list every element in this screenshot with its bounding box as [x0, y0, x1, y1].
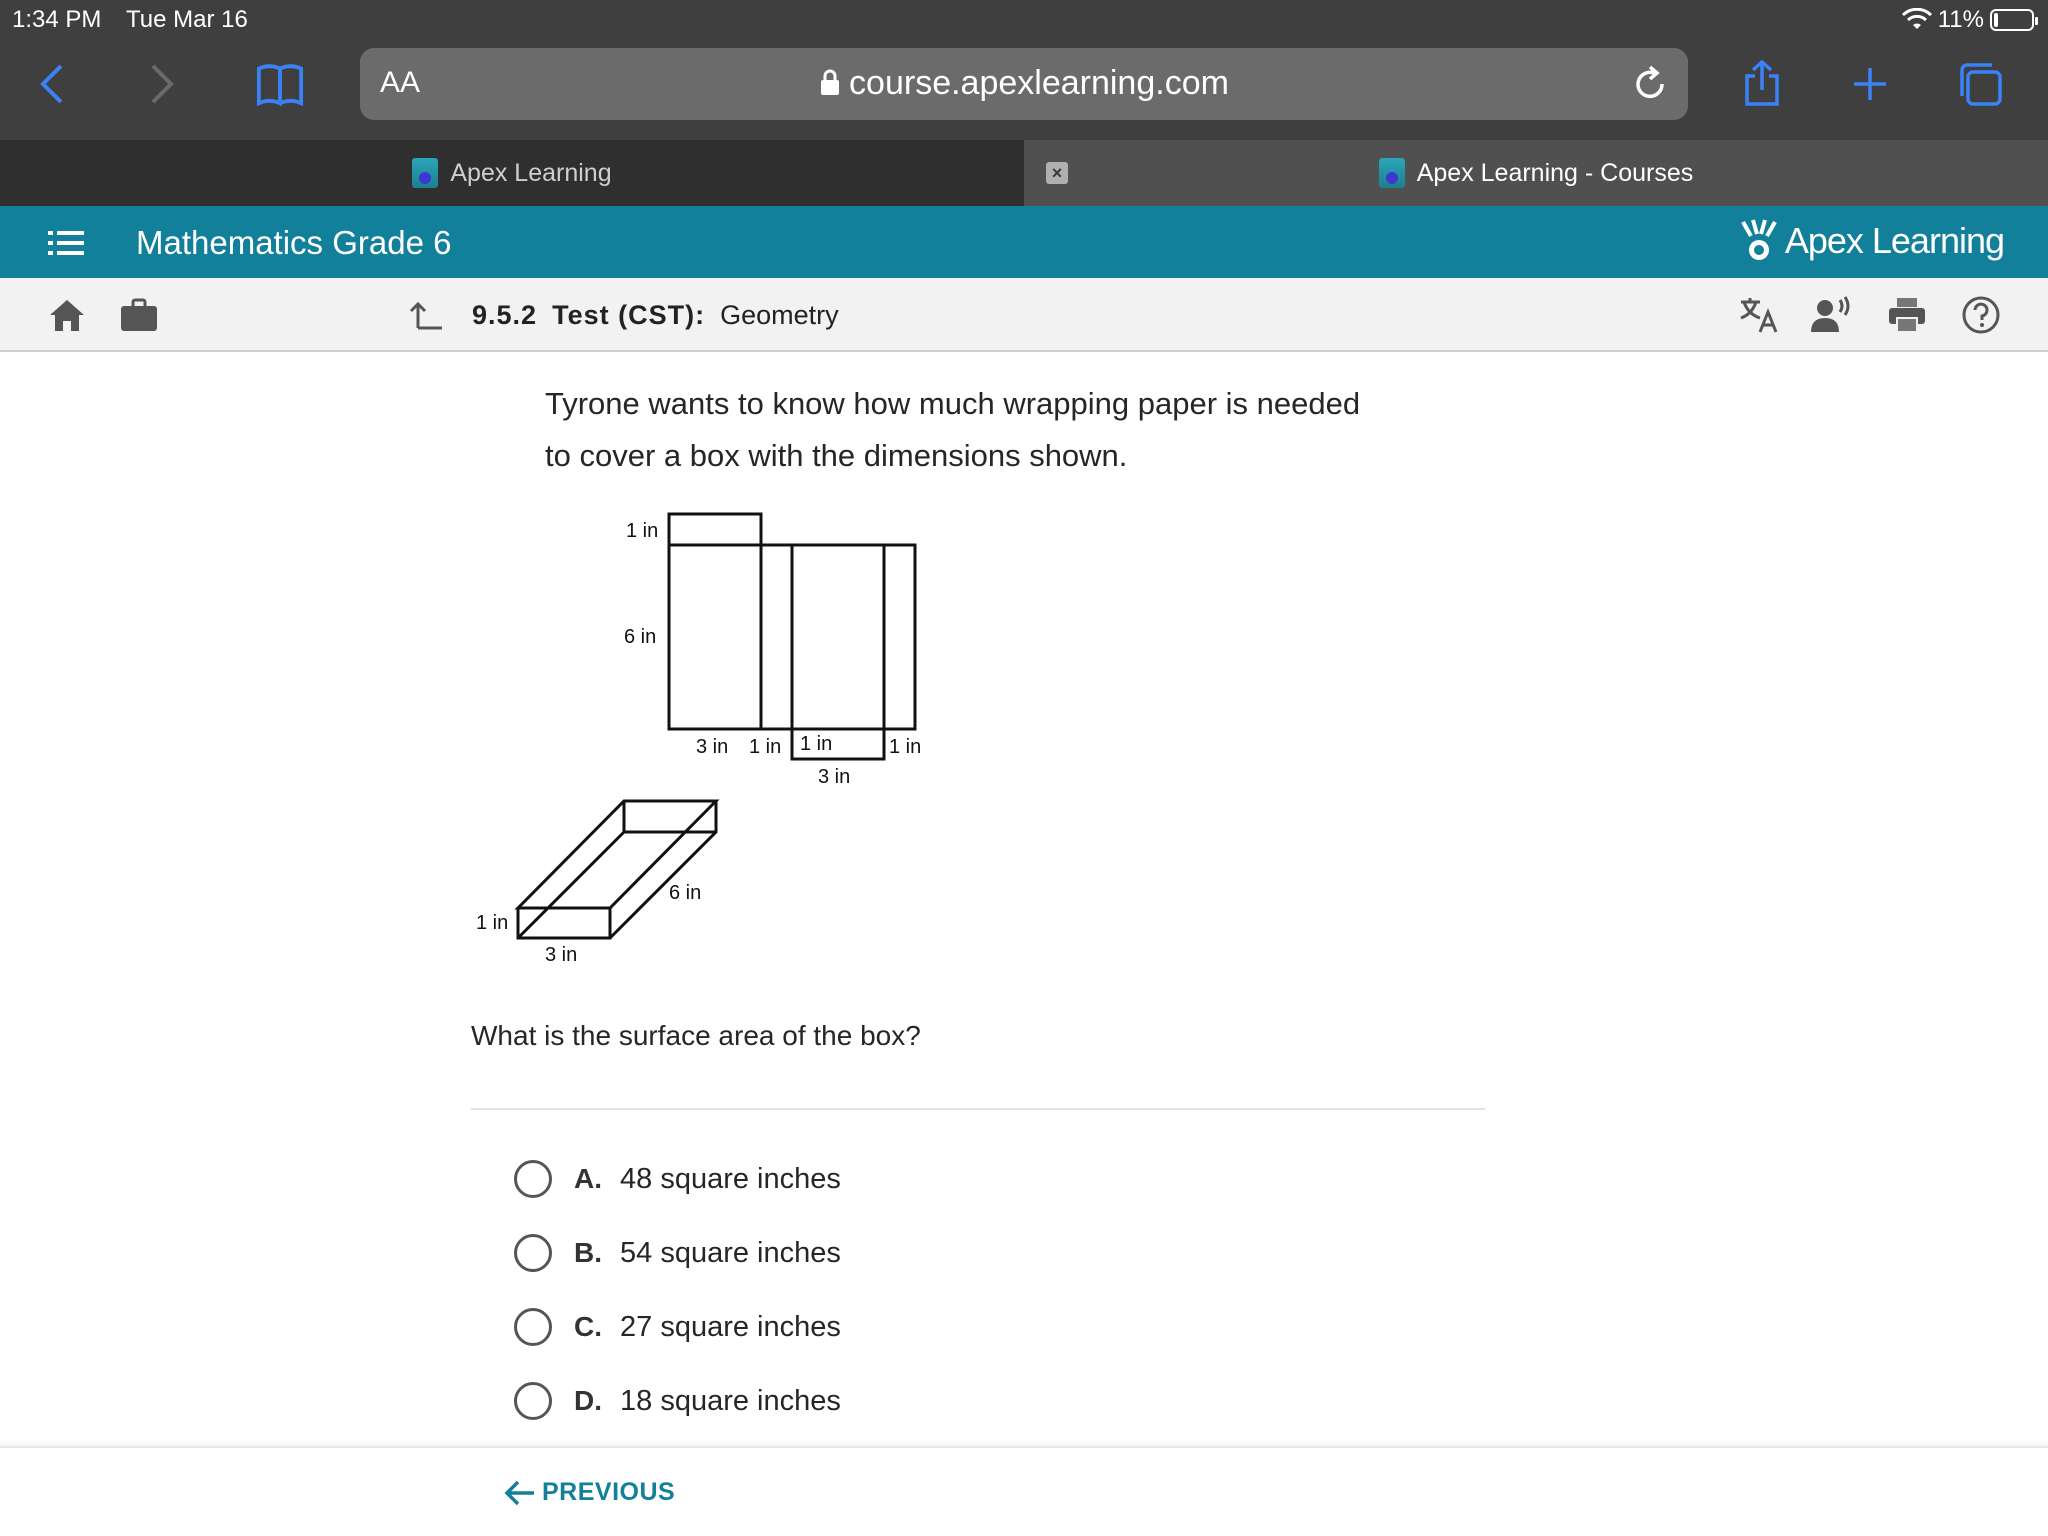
option-letter: D. — [574, 1385, 602, 1416]
label-net-w2: 1 in — [749, 736, 781, 758]
net-face-4 — [882, 543, 917, 731]
tabs-icon — [1960, 63, 2002, 106]
answer-option-b[interactable]: B. 54 square inches — [514, 1234, 841, 1272]
net-face-2 — [759, 543, 794, 731]
tab-bar: Apex Learning Apex Learning - Courses × — [0, 140, 2048, 206]
wifi-icon — [1901, 8, 1932, 29]
tab-apex-learning-courses[interactable]: Apex Learning - Courses — [1024, 140, 2048, 206]
net-top-flap — [667, 512, 763, 547]
label-box-height: 1 in — [476, 912, 508, 934]
answer-option-d[interactable]: D. 18 square inches — [514, 1382, 841, 1420]
label-net-w3: 1 in — [800, 733, 832, 755]
footer-nav: PREVIOUS — [0, 1446, 2048, 1536]
lesson-breadcrumb: 9.5.2 Test (CST): Geometry — [472, 300, 839, 331]
label-net-bottom: 3 in — [818, 766, 850, 788]
tab-label: Apex Learning — [450, 158, 612, 187]
option-text: 18 square inches — [620, 1384, 841, 1417]
home-icon[interactable] — [46, 294, 88, 336]
share-button[interactable] — [1738, 60, 1786, 108]
new-tab-icon — [1854, 68, 1886, 100]
translate-icon[interactable] — [1738, 294, 1780, 336]
option-letter: B. — [574, 1237, 602, 1268]
briefcase-icon[interactable] — [118, 294, 160, 336]
question-stem: Tyrone wants to know how much wrapping p… — [545, 386, 1361, 473]
status-right: 11% — [1901, 6, 2038, 34]
lesson-number: 9.5.2 — [472, 300, 538, 330]
tab-label: Apex Learning - Courses — [1416, 158, 1694, 187]
read-aloud-icon[interactable] — [1810, 294, 1852, 336]
option-text: 48 square inches — [620, 1162, 841, 1195]
lock-icon — [821, 69, 840, 95]
label-net-top: 1 in — [626, 520, 658, 542]
back-button[interactable] — [28, 60, 76, 108]
up-arrow-icon[interactable] — [408, 298, 444, 334]
answer-option-a[interactable]: A. 48 square inches — [514, 1160, 841, 1198]
battery-icon — [1990, 9, 2038, 31]
status-time: 1:34 PM — [12, 6, 102, 33]
back-icon — [40, 64, 63, 104]
new-tab-button[interactable] — [1846, 60, 1894, 108]
course-title: Mathematics Grade 6 — [136, 224, 452, 261]
net-face-3 — [790, 543, 886, 731]
bookmarks-icon — [256, 64, 304, 106]
radio-button[interactable] — [514, 1160, 552, 1198]
address-bar[interactable]: AA course.apexlearning.com — [360, 48, 1688, 120]
lesson-toolbar: 9.5.2 Test (CST): Geometry — [0, 278, 2048, 352]
url-text: course.apexlearning.com — [849, 64, 1229, 102]
box-diagram: 1 in 6 in 3 in 1 in 1 in 1 in 3 in 6 in … — [476, 512, 921, 966]
label-box-depth: 6 in — [669, 882, 701, 904]
apex-favicon-icon — [1378, 158, 1405, 188]
apex-logo: Apex Learning — [1739, 218, 2005, 264]
battery-fill — [1994, 13, 1998, 27]
option-text: 54 square inches — [620, 1236, 841, 1269]
question-prompt: What is the surface area of the box? — [471, 1020, 921, 1051]
battery-percent: 11% — [1937, 6, 1984, 33]
arrow-left-icon — [504, 1480, 534, 1505]
label-net-w1: 3 in — [696, 736, 728, 758]
answer-option-c[interactable]: C. 27 square inches — [514, 1308, 841, 1346]
menu-icon[interactable] — [48, 228, 84, 258]
share-icon — [1745, 60, 1779, 106]
divider — [471, 1108, 1485, 1110]
tab-apex-learning[interactable]: Apex Learning — [0, 140, 1024, 206]
print-icon[interactable] — [1886, 294, 1928, 336]
label-net-w4: 1 in — [889, 736, 921, 758]
label-net-height: 6 in — [624, 626, 656, 648]
url-display[interactable]: course.apexlearning.com — [360, 64, 1688, 103]
net-face-1 — [667, 543, 763, 731]
help-icon[interactable] — [1960, 294, 2002, 336]
option-letter: A. — [574, 1163, 602, 1194]
option-text: 27 square inches — [620, 1310, 841, 1343]
apex-logo-text: Apex Learning — [1784, 220, 2005, 261]
bookmarks-button[interactable] — [256, 60, 304, 108]
tabs-button[interactable] — [1956, 60, 2004, 108]
radio-button[interactable] — [514, 1234, 552, 1272]
course-header: Mathematics Grade 6 Apex Learning — [0, 206, 2048, 278]
previous-label: PREVIOUS — [542, 1478, 676, 1506]
box-3d — [514, 799, 720, 940]
apex-logo-icon — [1741, 219, 1777, 260]
radio-button[interactable] — [514, 1382, 552, 1420]
option-letter: C. — [574, 1311, 602, 1342]
tab-close-icon[interactable]: × — [1046, 162, 1068, 184]
status-date: Tue Mar 16 — [126, 6, 248, 33]
label-box-width: 3 in — [545, 944, 577, 966]
reload-icon[interactable] — [1630, 64, 1670, 104]
lesson-name: Geometry — [720, 300, 839, 330]
previous-button[interactable]: PREVIOUS — [504, 1478, 675, 1507]
browser-chrome: 1:34 PM Tue Mar 16 11% AA course.apexlea… — [0, 0, 2048, 140]
apex-favicon-icon — [412, 158, 439, 188]
lesson-type: Test (CST): — [552, 300, 706, 330]
radio-button[interactable] — [514, 1308, 552, 1346]
forward-icon — [151, 64, 174, 104]
forward-button[interactable] — [138, 60, 186, 108]
